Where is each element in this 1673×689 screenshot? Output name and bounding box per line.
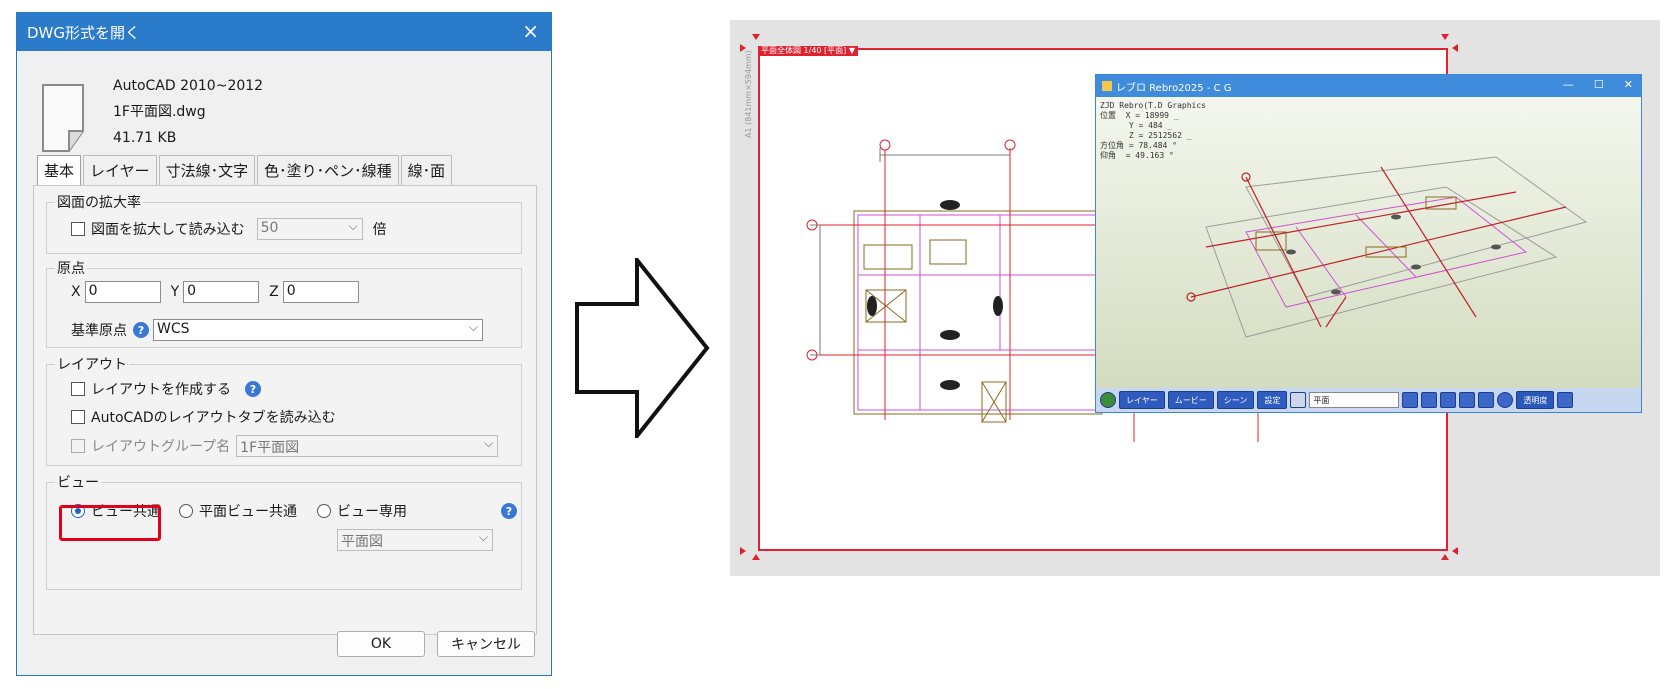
help-icon[interactable]: ? [245,381,261,397]
home-icon[interactable] [1100,392,1116,408]
dialog-title-bar: DWG形式を開く × [17,13,551,51]
create-layout-label: レイアウトを作成する [91,382,231,398]
tab-strip: 基本 レイヤー 寸法線･文字 色･塗り･ペン･線種 線･面 [37,155,454,185]
right-arrow-icon [575,258,710,438]
plan-view-common-label: 平面ビュー共通 [199,504,297,520]
origin-group: 原点 X 0 Y 0 Z 0 基準原点 ? WCS ⌵ [46,258,522,348]
camera-icon[interactable] [1459,392,1476,408]
create-layout-checkbox[interactable] [71,382,85,396]
view-common-highlight-box [59,505,161,541]
scale-value-select[interactable]: 50 ⌵ [256,218,363,240]
close-icon[interactable]: ✕ [1624,78,1633,91]
open-dwg-dialog: DWG形式を開く × AutoCAD 2010~2012 1F平面図.dwg 4… [16,12,552,676]
dialog-title: DWG形式を開く [27,23,141,42]
pin-icon[interactable] [1557,392,1574,408]
close-icon[interactable]: × [522,19,539,43]
sheet-tag[interactable]: 平面全体図 1/40 [平面] ▼ [758,46,858,56]
file-format: AutoCAD 2010~2012 [113,78,264,94]
gear-icon[interactable] [1497,392,1514,408]
layout-group-name-checkbox[interactable] [71,439,85,453]
chevron-down-icon: ⌵ [348,219,358,233]
scale-group-title: 図面の拡大率 [55,192,143,212]
print-icon[interactable] [1478,392,1495,408]
scale-unit: 倍 [372,222,387,238]
enter-icon[interactable] [1402,392,1419,408]
tab-dimension-text[interactable]: 寸法線･文字 [158,155,256,185]
move-icon[interactable] [1440,392,1457,408]
origin-group-title: 原点 [55,258,87,278]
cg-3d-model [1186,156,1588,338]
scale-checkbox[interactable] [71,222,85,236]
x-label: X [71,284,81,300]
layout-group: レイアウト レイアウトを作成する ? AutoCADのレイアウトタブを読み込む … [46,354,522,466]
scale-checkbox-label: 図面を拡大して読み込む [91,222,245,238]
cg-title-bar: レブロ Rebro2025 - C G — ☐ ✕ [1096,75,1641,97]
cad-canvas[interactable]: A1 (841mm×594mm) 平面全体図 1/40 [平面] ▼ レブロ R… [730,20,1660,576]
cg-layer-button[interactable]: レイヤー [1119,391,1165,409]
tab-panel-basic: 図面の拡大率 図面を拡大して読み込む 50 ⌵ 倍 原点 X 0 Y 0 Z 0 [33,185,537,635]
app-icon [1102,81,1112,91]
cg-window[interactable]: レブロ Rebro2025 - C G — ☐ ✕ ZJD Rebro(T.D … [1095,74,1642,413]
chevron-down-icon: ⌵ [468,320,478,334]
view-dedicated-label: ビュー専用 [337,504,407,520]
help-icon[interactable]: ? [133,322,149,338]
plan-view-common-radio[interactable] [179,504,193,518]
read-layout-tabs-label: AutoCADのレイアウトタブを読み込む [91,410,336,426]
transparency-slider[interactable]: 透明度 [1516,391,1555,409]
tab-line-face[interactable]: 線･面 [400,155,453,185]
tab-basic[interactable]: 基本 [37,155,82,185]
base-origin-select[interactable]: WCS ⌵ [153,319,483,341]
minimize-icon[interactable]: — [1563,78,1574,91]
zoom-icon[interactable] [1421,392,1438,408]
maximize-icon[interactable]: ☐ [1594,78,1604,91]
help-icon[interactable]: ? [501,503,517,519]
read-layout-tabs-checkbox[interactable] [71,410,85,424]
tab-color-pen-linetype[interactable]: 色･塗り･ペン･線種 [257,155,399,185]
scale-group: 図面の拡大率 図面を拡大して読み込む 50 ⌵ 倍 [46,192,522,254]
cg-settings-button[interactable]: 設定 [1257,391,1288,409]
layout-group-title: レイアウト [55,354,129,374]
file-size: 41.71 KB [113,130,177,146]
view-group-title: ビュー [55,472,101,492]
ok-button[interactable]: OK [337,631,425,657]
y-input[interactable]: 0 [183,281,260,303]
view-dedicated-select[interactable]: 平面図 ⌵ [337,529,493,551]
cg-3d-view[interactable]: ZJD Rebro(T.D Graphics 位置 X = 18999 _ Y =… [1096,97,1641,388]
layout-group-name-label: レイアウトグループ名 [91,439,231,455]
file-icon [42,84,84,152]
base-origin-label: 基準原点 [71,323,127,339]
chevron-down-icon: ⌵ [484,436,494,450]
x-input[interactable]: 0 [84,281,161,303]
view-dedicated-radio[interactable] [317,504,331,518]
z-input[interactable]: 0 [282,281,359,303]
file-name: 1F平面図.dwg [113,104,206,120]
tab-layer[interactable]: レイヤー [83,155,157,185]
cg-toolbar: レイヤー ムービー シーン 設定 平面 透明度 [1096,388,1641,412]
cg-scene-button[interactable]: シーン [1216,391,1255,409]
chevron-down-icon: ⌵ [478,530,488,544]
layout-group-name-select[interactable]: 1F平面図 ⌵ [236,435,499,457]
z-label: Z [269,284,279,300]
cg-title: レブロ Rebro2025 - C G [1116,82,1232,94]
panel-icon[interactable] [1290,392,1307,408]
cancel-button[interactable]: キャンセル [437,631,535,657]
y-label: Y [170,284,180,300]
paper-size-label: A1 (841mm×594mm) [744,50,753,138]
cg-movie-button[interactable]: ムービー [1167,391,1214,409]
cg-view-select[interactable]: 平面 [1309,392,1400,408]
